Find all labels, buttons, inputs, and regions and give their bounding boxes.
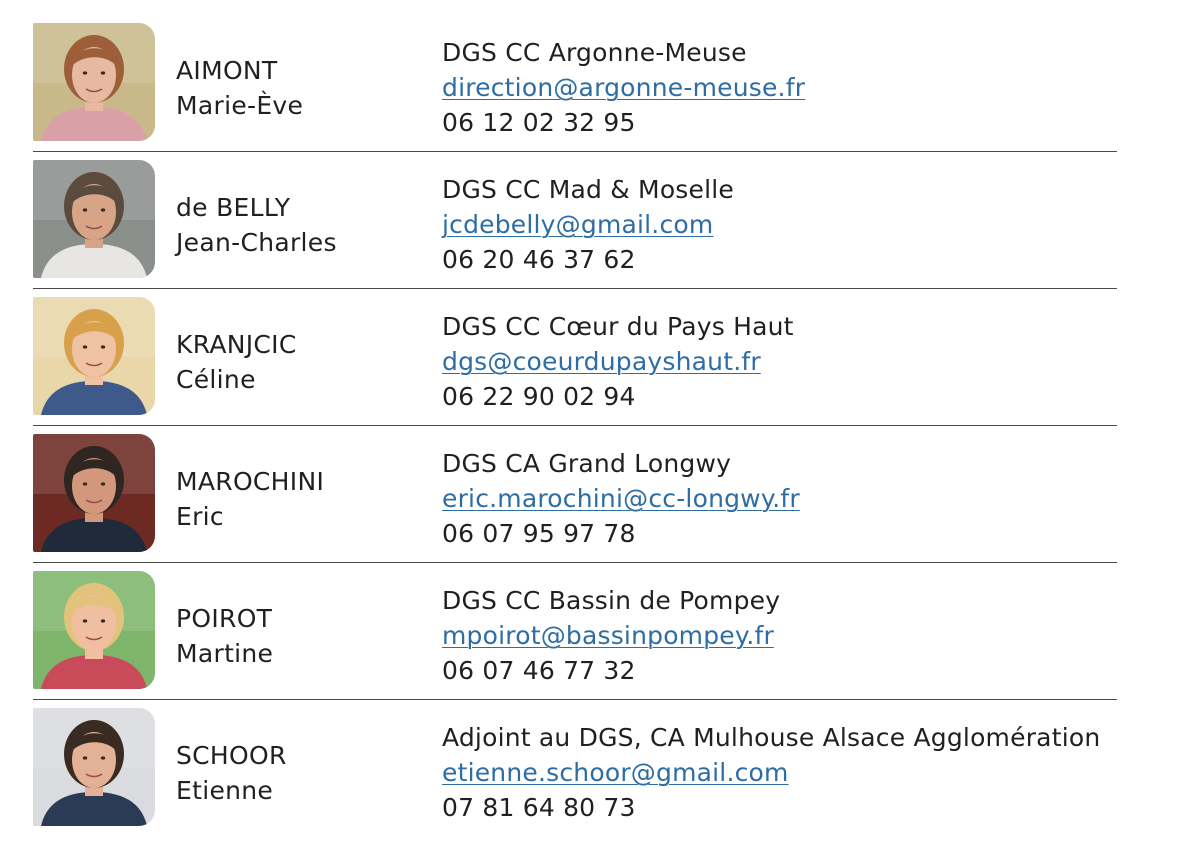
email-link[interactable]: direction@argonne-meuse.fr [442,70,805,105]
role-text: DGS CC Argonne-Meuse [442,38,747,67]
role-text: DGS CC Mad & Moselle [442,175,734,204]
last-name: KRANJCIC [176,330,297,359]
last-name: AIMONT [176,56,278,85]
role-text: DGS CC Bassin de Pompey [442,586,781,615]
contact-photo [33,160,155,278]
contact-row: AIMONT Marie-Ève DGS CC Argonne-Meuse direc… [0,0,1191,141]
portrait-image [33,708,155,826]
contact-info: DGS CC Cœur du Pays Haut dgs@coeurdupaysh… [442,309,794,414]
phone-number: 06 07 46 77 32 [442,656,636,685]
first-name: Marie-Ève [176,91,304,120]
phone-number: 06 20 46 37 62 [442,245,636,274]
contact-photo [33,23,155,141]
email-link[interactable]: jcdebelly@gmail.com [442,207,734,242]
row-divider [33,288,1117,289]
contact-photo [33,708,155,826]
contact-info: DGS CA Grand Longwy eric.marochini@cc-lon… [442,446,800,551]
first-name: Etienne [176,776,274,805]
contact-name: AIMONT Marie-Ève [176,53,303,123]
portrait-image [33,160,155,278]
portrait-image [33,434,155,552]
contact-row: de BELLY Jean-Charles DGS CC Mad & Moselle… [0,137,1191,278]
contact-info: DGS CC Mad & Moselle jcdebelly@gmail.com 0… [442,172,734,277]
phone-number: 06 12 02 32 95 [442,108,636,137]
first-name: Jean-Charles [176,228,337,257]
contact-photo [33,571,155,689]
contact-name: SCHOOR Etienne [176,738,287,808]
contact-name: MAROCHINI Eric [176,464,324,534]
last-name: SCHOOR [176,741,287,770]
contact-name: KRANJCIC Céline [176,327,297,397]
phone-number: 06 07 95 97 78 [442,519,636,548]
contact-photo [33,297,155,415]
contact-row: MAROCHINI Eric DGS CA Grand Longwy eric.mar… [0,411,1191,552]
portrait-image [33,23,155,141]
email-link[interactable]: dgs@coeurdupayshaut.fr [442,344,794,379]
phone-number: 07 81 64 80 73 [442,793,636,822]
portrait-image [33,571,155,689]
row-divider [33,699,1117,700]
last-name: MAROCHINI [176,467,325,496]
first-name: Eric [176,502,224,531]
role-text: Adjoint au DGS, CA Mulhouse Alsace Agglo… [442,723,1101,752]
last-name: de BELLY [176,193,291,222]
row-divider [33,562,1117,563]
contact-info: DGS CC Argonne-Meuse direction@argonne-me… [442,35,805,140]
email-link[interactable]: etienne.schoor@gmail.com [442,755,1100,790]
role-text: DGS CC Cœur du Pays Haut [442,312,794,341]
first-name: Céline [176,365,256,394]
contact-info: DGS CC Bassin de Pompey mpoirot@bassinpom… [442,583,780,688]
email-link[interactable]: mpoirot@bassinpompey.fr [442,618,780,653]
contact-row: POIROT Martine DGS CC Bassin de Pompey mpoi… [0,548,1191,689]
first-name: Martine [176,639,274,668]
phone-number: 06 22 90 02 94 [442,382,636,411]
contact-info: Adjoint au DGS, CA Mulhouse Alsace Agglo… [442,720,1100,825]
contact-photo [33,434,155,552]
contact-name: POIROT Martine [176,601,273,671]
contact-name: de BELLY Jean-Charles [176,190,337,260]
last-name: POIROT [176,604,273,633]
portrait-image [33,297,155,415]
contact-row: SCHOOR Etienne Adjoint au DGS, CA Mulhouse… [0,685,1191,826]
role-text: DGS CA Grand Longwy [442,449,732,478]
row-divider [33,425,1117,426]
row-divider [33,151,1117,152]
contact-row: KRANJCIC Céline DGS CC Cœur du Pays Haut dg… [0,274,1191,415]
email-link[interactable]: eric.marochini@cc-longwy.fr [442,481,800,516]
